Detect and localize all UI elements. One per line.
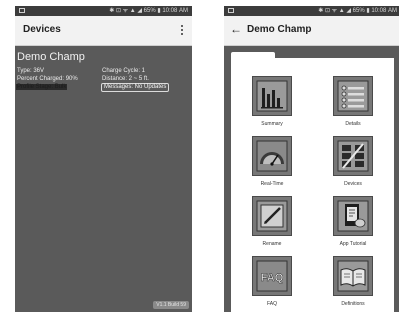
device-type: Type: 36V <box>17 68 45 74</box>
device-profile-stage: Profile Stage: Bulk <box>16 84 68 90</box>
gauge-icon <box>252 136 292 176</box>
menu-tile-label: FAQ <box>266 301 277 307</box>
messages-badge: Messages: No Updates <box>101 83 170 92</box>
menu-tile-devices[interactable]: Devices <box>323 136 383 196</box>
menu-tile-label: Real-Time <box>260 181 284 187</box>
menu-tile-label: Details <box>345 121 361 127</box>
overflow-menu-icon[interactable] <box>181 25 184 36</box>
device-percent-charged: Percent Charged: 90% <box>17 76 78 82</box>
menu-tile-label: Rename <box>262 241 282 247</box>
device-menu-screen: ✱ ⊡ ᯤ ▲ ◢ 65% ▮ 10:08 AM ← Demo Champ Su… <box>224 6 399 312</box>
faq-icon: FAQ <box>252 256 292 296</box>
back-arrow-icon[interactable]: ← <box>230 23 242 35</box>
menu-tile-rename[interactable]: Rename <box>242 196 302 256</box>
menu-panel: Summary Details Real-Time Devices Rename… <box>231 58 394 312</box>
devices-screen: ✱ ⊡ ᯤ ▲ ◢ 65% ▮ 10:08 AM Devices Demo Ch… <box>15 6 192 312</box>
list-icon <box>333 76 373 116</box>
version-badge: V1.1 Build 59 <box>153 301 189 309</box>
image-notification-icon <box>19 8 25 13</box>
bar-chart-icon <box>252 76 292 116</box>
menu-tile-label: Summary <box>261 121 283 127</box>
device-distance: Distance: 2 ~ 5 ft. <box>102 76 149 82</box>
page-title: Devices <box>23 24 61 35</box>
menu-tile-definitions[interactable]: Definitions <box>323 256 383 312</box>
status-bar: ✱ ⊡ ᯤ ▲ ◢ 65% ▮ 10:08 AM <box>15 6 192 16</box>
menu-tile-details[interactable]: Details <box>323 76 383 136</box>
status-bar-text: ✱ ⊡ ᯤ ▲ ◢ 65% ▮ 10:08 AM <box>318 8 397 14</box>
app-bar: Devices <box>15 16 192 46</box>
image-notification-icon <box>228 8 234 13</box>
app-bar: ← Demo Champ <box>224 16 399 46</box>
menu-tile-label: App Tutorial <box>339 241 367 247</box>
pencil-icon <box>252 196 292 236</box>
tablet-hand-icon <box>333 196 373 236</box>
device-charge-cycle: Charge Cycle: 1 <box>102 68 146 74</box>
status-bar: ✱ ⊡ ᯤ ▲ ◢ 65% ▮ 10:08 AM <box>224 6 399 16</box>
devices-grid-icon <box>333 136 373 176</box>
page-title: Demo Champ <box>247 24 312 35</box>
device-card[interactable]: Demo Champ Type: 36V Percent Charged: 90… <box>15 46 192 312</box>
menu-tile-label: Devices <box>344 181 362 187</box>
menu-tile-real-time[interactable]: Real-Time <box>242 136 302 196</box>
device-name: Demo Champ <box>17 51 85 63</box>
menu-tile-faq[interactable]: FAQ FAQ <box>242 256 302 312</box>
menu-tile-app-tutorial[interactable]: App Tutorial <box>323 196 383 256</box>
status-bar-text: ✱ ⊡ ᯤ ▲ ◢ 65% ▮ 10:08 AM <box>109 8 188 14</box>
menu-tile-summary[interactable]: Summary <box>242 76 302 136</box>
svg-text:FAQ: FAQ <box>261 272 284 284</box>
menu-tile-label: Definitions <box>341 301 365 307</box>
open-book-icon <box>333 256 373 296</box>
